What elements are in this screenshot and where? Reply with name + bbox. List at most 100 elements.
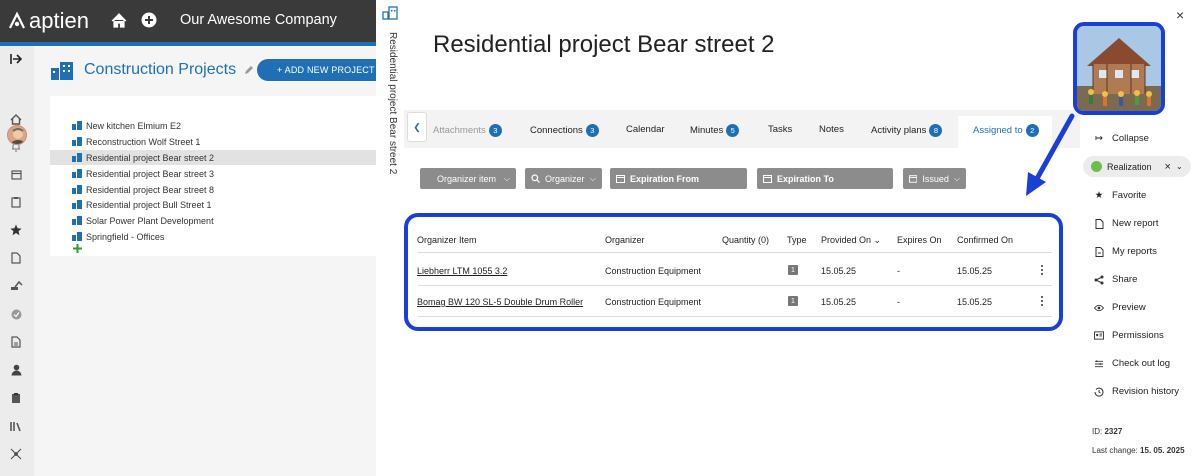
top-bar: aptien Our Awesome Company: [0, 0, 376, 42]
home-rail-icon[interactable]: [9, 112, 23, 126]
column-header-provided-on[interactable]: Provided On ⌄: [821, 235, 881, 246]
report-icon[interactable]: [9, 335, 23, 349]
tab-label: Minutes: [690, 125, 724, 136]
tab-label: Activity plans: [871, 125, 927, 136]
chevron-down-icon[interactable]: ⌄: [1176, 162, 1183, 171]
tasks-clipboard-icon[interactable]: [9, 391, 23, 405]
column-header-organizer-item[interactable]: Organizer Item: [417, 235, 477, 245]
home-icon[interactable]: [110, 11, 128, 29]
tabs-scroll-left-button[interactable]: ❮: [407, 112, 427, 142]
column-header-expires-on[interactable]: Expires On: [897, 235, 942, 245]
library-icon[interactable]: [9, 419, 23, 433]
project-tree-item[interactable]: New kitchen Elmium E2: [50, 118, 376, 133]
project-building-icon: [72, 153, 82, 162]
aptien-logo-icon: [9, 11, 25, 29]
star-icon[interactable]: [9, 223, 23, 237]
column-header-quantity[interactable]: Quantity (0): [722, 235, 769, 245]
collapse-button[interactable]: ↦ Collapse: [1094, 133, 1149, 144]
issued-filter[interactable]: Issued ⌵: [903, 168, 966, 189]
tab-count-badge: 8: [929, 124, 943, 137]
network-icon[interactable]: [9, 447, 23, 461]
project-label: Residential project Bear street 2: [86, 152, 215, 163]
status-selector[interactable]: Realization × ⌄: [1083, 156, 1191, 177]
organizer-filter[interactable]: Organizer ⌵: [525, 168, 602, 189]
project-tree-item[interactable]: Springfield - Offices: [50, 229, 376, 244]
project-tree-item[interactable]: Solar Power Plant Development: [50, 213, 376, 228]
column-header-type[interactable]: Type: [787, 235, 807, 245]
filter-label: Expiration To: [777, 173, 834, 184]
user-icon[interactable]: [9, 363, 23, 377]
project-tree-item[interactable]: Residential project Bear street 8: [50, 182, 376, 197]
preview-action[interactable]: Preview: [1094, 302, 1146, 313]
expand-arrow-icon[interactable]: [9, 52, 23, 66]
app-logo[interactable]: aptien: [7, 8, 89, 34]
close-icon[interactable]: ×: [1176, 7, 1184, 23]
revision-history-action[interactable]: Revision history: [1094, 386, 1179, 397]
tab-calendar[interactable]: Calendar: [626, 124, 665, 135]
new-report-action[interactable]: New report: [1094, 218, 1158, 229]
expiration-to-filter[interactable]: Expiration To: [757, 168, 893, 189]
clipboard-icon[interactable]: [9, 195, 23, 209]
row-item-link[interactable]: Liebherr LTM 1055 3.2: [417, 266, 507, 276]
check-circle-icon[interactable]: [9, 307, 23, 321]
last-change-label: Last change:: [1092, 446, 1138, 455]
assigned-items-table: Organizer Item Organizer Quantity (0) Ty…: [404, 213, 1063, 331]
column-header-organizer[interactable]: Organizer: [605, 235, 645, 245]
permissions-action[interactable]: Permissions: [1094, 330, 1164, 341]
calendar-icon: [616, 175, 625, 183]
vertical-title-strip: Residential project Bear street 2: [376, 0, 404, 476]
row-confirmed-on: 15.05.25: [957, 266, 993, 276]
add-new-project-button[interactable]: + ADD NEW PROJECT: [257, 59, 387, 81]
filter-label: Expiration From: [630, 173, 700, 184]
my-reports-action[interactable]: My reports: [1094, 246, 1157, 257]
tab-attachments[interactable]: Attachments 3: [433, 124, 502, 137]
calendar-icon: [909, 175, 918, 183]
expiration-from-filter[interactable]: Expiration From: [610, 168, 747, 189]
project-tree-item-selected[interactable]: Residential project Bear street 2: [50, 150, 376, 165]
check-out-log-action[interactable]: Check out log: [1094, 358, 1170, 369]
document-icon[interactable]: [9, 251, 23, 265]
clear-status-icon[interactable]: ×: [1165, 161, 1171, 173]
project-building-icon: [72, 232, 82, 241]
tab-label: Tasks: [768, 124, 793, 135]
record-detail: Residential project Bear street 2 ❮ Atta…: [404, 0, 1080, 476]
collapse-arrow-icon: ↦: [1095, 133, 1103, 144]
company-name[interactable]: Our Awesome Company: [180, 12, 337, 28]
tab-tasks[interactable]: Tasks: [768, 124, 792, 135]
row-item-link[interactable]: Bomag BW 120 SL-5 Double Drum Roller: [417, 297, 583, 307]
project-tree-item[interactable]: Residential project Bear street 3: [50, 166, 376, 181]
buildings-icon: [51, 62, 73, 80]
last-change-value: 15. 05. 2025: [1140, 446, 1185, 455]
tab-notes[interactable]: Notes: [819, 124, 844, 135]
project-tree-item[interactable]: Reconstruction Wolf Street 1: [50, 134, 376, 149]
action-label: Check out log: [1112, 358, 1171, 369]
project-thumbnail[interactable]: [1073, 22, 1165, 115]
id-label: ID:: [1092, 427, 1103, 436]
column-header-confirmed-on[interactable]: Confirmed On: [957, 235, 1013, 245]
favorite-action[interactable]: ★ Favorite: [1094, 190, 1147, 201]
calendar-icon[interactable]: [9, 167, 23, 181]
tab-label: Notes: [819, 124, 844, 135]
row-more-icon[interactable]: [1040, 296, 1044, 306]
chevron-down-icon: ⌵: [953, 173, 960, 183]
add-project-plus-icon[interactable]: [73, 244, 82, 253]
tab-activity-plans[interactable]: Activity plans 8: [871, 124, 943, 137]
excavator-icon[interactable]: [9, 279, 23, 293]
row-type-badge: 1: [788, 296, 798, 306]
logo-text: aptien: [29, 8, 89, 33]
project-tree-item[interactable]: Residential project Bull Street 1: [50, 197, 376, 212]
tab-minutes[interactable]: Minutes 5: [690, 124, 740, 137]
header-divider: [418, 252, 1052, 253]
project-label: Residential project Bear street 3: [86, 168, 215, 179]
edit-pencil-icon[interactable]: [244, 65, 254, 75]
action-label: Favorite: [1112, 190, 1147, 201]
add-circle-icon[interactable]: [140, 11, 158, 29]
user-avatar[interactable]: [7, 125, 27, 145]
project-label: Springfield - Offices: [86, 231, 165, 242]
eye-icon: [1094, 303, 1104, 313]
organizer-item-filter[interactable]: Organizer item ⌵: [420, 168, 516, 189]
share-action[interactable]: Share: [1094, 274, 1137, 285]
chevron-down-icon: ⌵: [503, 173, 510, 183]
row-more-icon[interactable]: [1040, 265, 1044, 275]
tab-connections[interactable]: Connections 3: [530, 124, 599, 137]
